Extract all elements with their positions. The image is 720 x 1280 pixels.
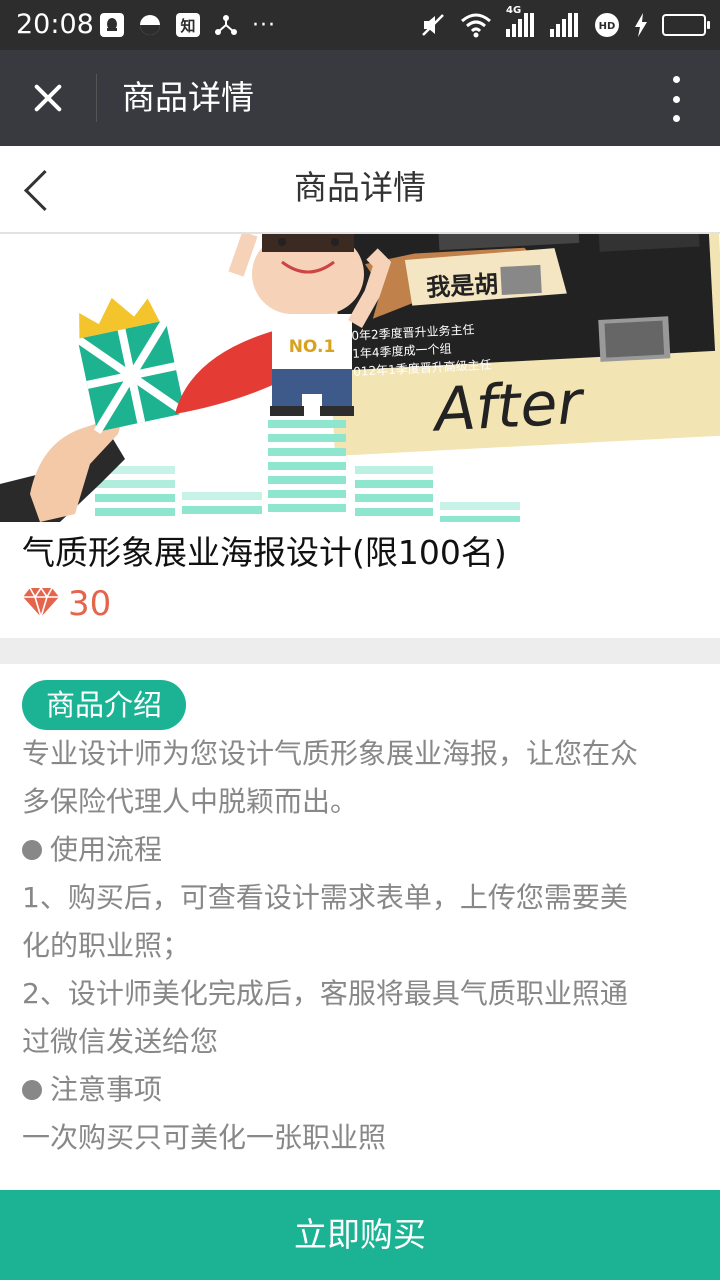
intro-tag: 商品介绍: [22, 680, 187, 730]
intro-line: 2、设计师美化完成后，客服将最具气质职业照通: [22, 977, 628, 1010]
intro-line: 化的职业照；: [22, 929, 191, 962]
price-value: 30: [68, 584, 112, 624]
intro-line: 一次购买只可美化一张职业照: [22, 1121, 387, 1154]
no1-badge: NO.1: [289, 337, 336, 357]
charging-icon: [634, 13, 648, 37]
webview-titlebar: 商品详情: [0, 50, 720, 146]
intro-heading-usage: 使用流程: [22, 826, 702, 874]
product-title: 气质形象展业海报设计(限100名): [22, 533, 507, 572]
product-info: 气质形象展业海报设计(限100名) 30: [0, 522, 720, 638]
ribbon-text: 我是胡: [426, 270, 499, 302]
mute-icon: [420, 12, 446, 38]
intro-heading-notes: 注意事项: [22, 1066, 702, 1114]
share-icon: [214, 13, 238, 37]
bullet-icon: [22, 1080, 42, 1100]
svg-text:HD: HD: [599, 21, 616, 32]
signal-icon: [550, 13, 580, 37]
intro-line: 过微信发送给您: [22, 1025, 219, 1058]
titlebar-title: 商品详情: [122, 78, 254, 117]
intro-line: 1、购买后，可查看设计需求表单，上传您需要美: [22, 881, 628, 914]
usage-heading-text: 使用流程: [50, 833, 163, 866]
close-icon[interactable]: [20, 72, 76, 124]
battery-icon: [662, 14, 710, 36]
bullet-icon: [22, 840, 42, 860]
product-price: 30: [22, 582, 111, 626]
more-dots-icon: ···: [252, 12, 276, 38]
status-icons-left: 知 ···: [100, 10, 290, 40]
intro-line: 多保险代理人中脱颖而出。: [22, 785, 359, 818]
section-separator: [0, 638, 720, 664]
network-label: 4G: [506, 5, 522, 16]
intro-text: 专业设计师为您设计气质形象展业海报，让您在众 多保险代理人中脱颖而出。 使用流程…: [22, 730, 702, 1162]
signal-4g-icon: 4G: [506, 5, 536, 37]
status-bar: 20:08 知 ··· 4G HD: [0, 0, 720, 50]
product-banner-image: 我是胡 10年2季度晋升业务主任 11年4季度成一个组 2012年1季度晋升高级…: [0, 234, 720, 522]
buy-now-button[interactable]: 立即购买: [0, 1190, 720, 1280]
more-menu-icon[interactable]: [666, 76, 686, 122]
status-time: 20:08: [16, 9, 94, 40]
page-header: 商品详情: [0, 146, 720, 234]
intro-line: 专业设计师为您设计气质形象展业海报，让您在众: [22, 737, 639, 770]
hd-icon: HD: [594, 12, 620, 38]
after-text: After: [429, 368, 587, 446]
diamond-icon: [22, 586, 60, 622]
status-icons-right: 4G HD: [406, 5, 710, 40]
clock-icon: [138, 13, 162, 37]
zhihu-icon: 知: [176, 13, 200, 37]
qq-icon: [100, 13, 124, 37]
notes-heading-text: 注意事项: [50, 1073, 163, 1106]
product-intro: 商品介绍 专业设计师为您设计气质形象展业海报，让您在众 多保险代理人中脱颖而出。…: [0, 664, 720, 1190]
titlebar-divider: [96, 74, 97, 122]
page-title: 商品详情: [294, 168, 426, 207]
wifi-icon: [460, 12, 492, 38]
